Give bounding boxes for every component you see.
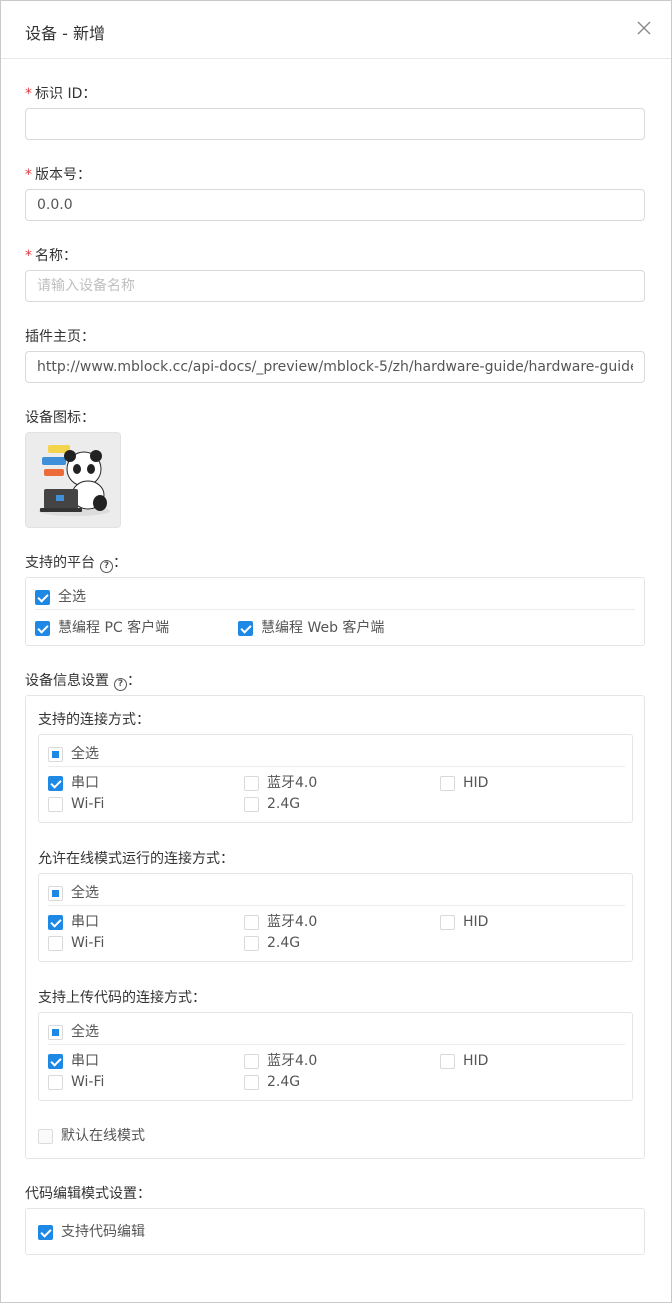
checkbox[interactable] [48, 885, 63, 901]
device-dialog: 设备 - 新增 *标识 ID： *版本号： *名称： 插件主页： 设备图标： [0, 0, 672, 1303]
upload-option-wifi[interactable]: Wi-Fi [48, 1072, 104, 1092]
upload-connection-group-label: 支持上传代码的连接方式： [38, 990, 206, 1006]
checkbox[interactable] [244, 1053, 259, 1069]
divider [48, 905, 625, 906]
homepage-label: 插件主页： [25, 329, 95, 345]
panda-device-icon [38, 445, 110, 516]
connection-option-hid[interactable]: HID [440, 773, 488, 793]
upload-option-bluetooth[interactable]: 蓝牙4.0 [244, 1051, 317, 1071]
checkbox[interactable] [440, 1053, 455, 1069]
checkbox[interactable] [48, 775, 63, 791]
close-icon[interactable] [635, 19, 653, 37]
upload-option-24g[interactable]: 2.4G [244, 1072, 300, 1092]
help-icon[interactable]: ? [114, 678, 127, 691]
dialog-title: 设备 - 新增 [25, 24, 105, 43]
required-mark: * [25, 248, 32, 264]
connection-group-panel: 全选 串口 蓝牙4.0 HID Wi-Fi 2.4G [38, 734, 633, 823]
connection-option-24g[interactable]: 2.4G [244, 794, 300, 814]
name-field-group: * 名称： [25, 246, 77, 266]
icon-label: 设备图标： [25, 410, 95, 426]
checkbox[interactable] [48, 746, 63, 762]
upload-select-all[interactable]: 全选 [48, 1022, 99, 1042]
version-label: * 版本号： [25, 167, 91, 183]
checkbox[interactable] [48, 796, 63, 812]
device-icon-upload[interactable] [25, 432, 121, 528]
platform-select-all[interactable]: 全选 [35, 587, 86, 607]
checkbox[interactable] [35, 589, 50, 605]
name-label: * 名称： [25, 248, 77, 264]
online-select-all[interactable]: 全选 [48, 883, 99, 903]
connection-option-bluetooth[interactable]: 蓝牙4.0 [244, 773, 317, 793]
checkbox[interactable] [238, 620, 253, 636]
code-edit-panel: 支持代码编辑 [25, 1208, 645, 1255]
upload-option-hid[interactable]: HID [440, 1051, 488, 1071]
platform-option-pc[interactable]: 慧编程 PC 客户端 [35, 618, 169, 638]
checkbox[interactable] [244, 796, 259, 812]
divider [35, 609, 635, 610]
checkbox[interactable] [244, 935, 259, 951]
checkbox[interactable] [440, 914, 455, 930]
homepage-input[interactable] [25, 351, 645, 383]
checkbox[interactable] [35, 620, 50, 636]
checkbox[interactable] [38, 1128, 53, 1144]
platforms-panel: 全选 慧编程 PC 客户端 慧编程 Web 客户端 [25, 577, 645, 646]
upload-connection-group-panel: 全选 串口 蓝牙4.0 HID Wi-Fi 2.4G [38, 1012, 633, 1101]
version-field-group: * 版本号： [25, 165, 91, 185]
id-input[interactable] [25, 108, 645, 140]
dialog-body: *标识 ID： *版本号： *名称： 插件主页： 设备图标： [25, 59, 646, 1255]
checkbox[interactable] [38, 1224, 53, 1240]
checkbox[interactable] [244, 914, 259, 930]
checkbox[interactable] [440, 775, 455, 791]
platforms-label: 支持的平台?： [25, 555, 127, 573]
online-option-24g[interactable]: 2.4G [244, 933, 300, 953]
divider [48, 766, 625, 767]
connection-group-label: 支持的连接方式： [38, 712, 150, 728]
code-edit-label: 代码编辑模式设置： [25, 1186, 151, 1202]
platform-option-web[interactable]: 慧编程 Web 客户端 [238, 618, 384, 638]
checkbox[interactable] [48, 1074, 63, 1090]
online-connection-group-label: 允许在线模式运行的连接方式： [38, 851, 234, 867]
checkbox[interactable] [48, 1053, 63, 1069]
online-option-serial[interactable]: 串口 [48, 912, 99, 932]
connection-option-serial[interactable]: 串口 [48, 773, 99, 793]
default-online-mode[interactable]: 默认在线模式 [38, 1126, 145, 1146]
checkbox[interactable] [48, 1024, 63, 1040]
checkbox[interactable] [48, 935, 63, 951]
help-icon[interactable]: ? [100, 560, 113, 573]
device-info-label: 设备信息设置?： [25, 673, 141, 691]
upload-option-serial[interactable]: 串口 [48, 1051, 99, 1071]
online-option-hid[interactable]: HID [440, 912, 488, 932]
code-edit-option[interactable]: 支持代码编辑 [38, 1222, 145, 1242]
divider [48, 1044, 625, 1045]
connection-select-all[interactable]: 全选 [48, 744, 99, 764]
connection-option-wifi[interactable]: Wi-Fi [48, 794, 104, 814]
id-label: * 标识 ID： [25, 86, 97, 102]
version-input[interactable] [25, 189, 645, 221]
checkbox[interactable] [48, 914, 63, 930]
required-mark: * [25, 86, 32, 102]
checkbox[interactable] [244, 775, 259, 791]
online-option-bluetooth[interactable]: 蓝牙4.0 [244, 912, 317, 932]
checkbox[interactable] [244, 1074, 259, 1090]
device-info-panel: 支持的连接方式： 全选 串口 蓝牙4.0 HID Wi-Fi 2.4G 允许在线… [25, 695, 645, 1159]
name-input[interactable] [25, 270, 645, 302]
dialog-header: 设备 - 新增 [1, 1, 671, 59]
online-connection-group-panel: 全选 串口 蓝牙4.0 HID Wi-Fi 2.4G [38, 873, 633, 962]
id-field-group: * 标识 ID： [25, 84, 96, 104]
required-mark: * [25, 167, 32, 183]
online-option-wifi[interactable]: Wi-Fi [48, 933, 104, 953]
